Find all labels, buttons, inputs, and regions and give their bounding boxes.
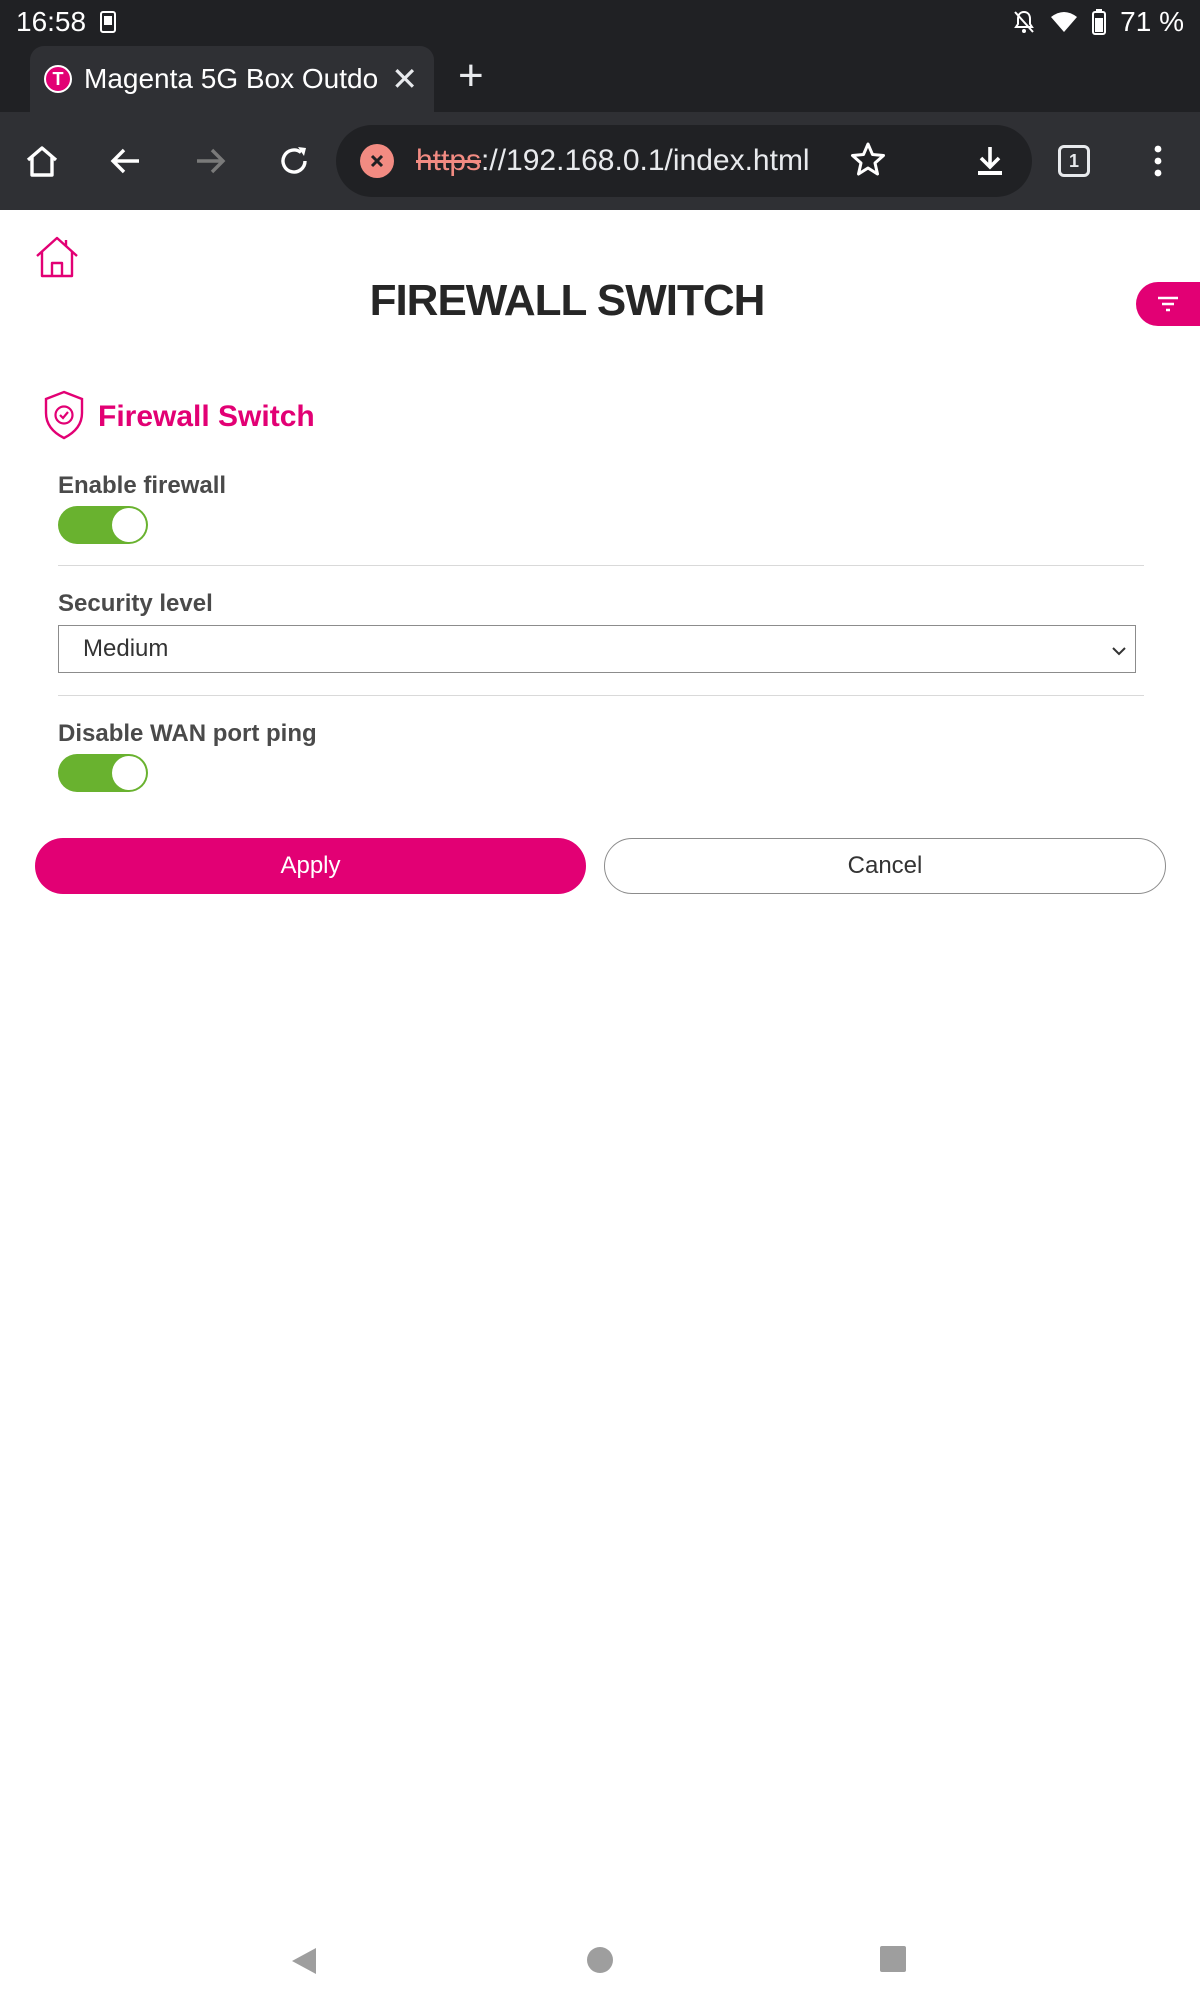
wifi-icon: [1050, 10, 1078, 34]
cancel-button[interactable]: Cancel: [604, 838, 1166, 894]
security-level-value: Medium: [83, 635, 169, 662]
address-bar[interactable]: https://192.168.0.1/index.html: [336, 125, 1032, 197]
chevron-down-icon: [1109, 640, 1129, 668]
tab-title: Magenta 5G Box Outdoor: [84, 63, 378, 94]
browser-toolbar: https://192.168.0.1/index.html 1: [0, 112, 1200, 210]
status-bar: 16:58 71 %: [0, 0, 1200, 44]
section-title: Firewall Switch: [98, 400, 315, 433]
shield-check-icon: [42, 389, 86, 446]
nav-back-icon[interactable]: [290, 1946, 318, 1981]
tab-strip: T Magenta 5G Box Outdoor ✕ +: [0, 44, 1200, 112]
enable-firewall-toggle[interactable]: [58, 506, 148, 544]
enable-firewall-label: Enable firewall: [58, 472, 227, 499]
url-text[interactable]: https://192.168.0.1/index.html: [416, 144, 856, 178]
section-header: Firewall Switch: [42, 390, 315, 444]
page-title: FIREWALL SWITCH: [369, 276, 766, 325]
new-tab-button[interactable]: +: [458, 54, 484, 98]
reload-icon[interactable]: [270, 137, 318, 185]
telekom-favicon-icon: T: [44, 65, 72, 93]
download-icon[interactable]: [966, 137, 1014, 185]
mute-icon: [1012, 9, 1036, 35]
battery-percent: 71 %: [1120, 6, 1184, 37]
home-link-icon[interactable]: [34, 234, 80, 280]
close-tab-icon[interactable]: ✕: [391, 60, 418, 98]
divider: [58, 695, 1144, 696]
toggle-knob: [112, 508, 146, 542]
overflow-menu-icon[interactable]: [1134, 137, 1182, 185]
tab-count: 1: [1058, 145, 1090, 177]
apply-button[interactable]: Apply: [35, 838, 586, 894]
back-arrow-icon[interactable]: [102, 137, 150, 185]
battery-icon: [1092, 9, 1107, 35]
sim-card-icon: [100, 11, 117, 33]
toggle-knob: [112, 756, 146, 790]
disable-wan-ping-label: Disable WAN port ping: [58, 720, 317, 747]
nav-home-icon[interactable]: [586, 1946, 614, 1979]
security-level-label: Security level: [58, 590, 213, 617]
forward-arrow-icon[interactable]: [186, 137, 234, 185]
filter-icon: [1158, 296, 1178, 312]
security-level-select[interactable]: Medium: [58, 625, 1136, 673]
disable-wan-ping-toggle[interactable]: [58, 754, 148, 792]
home-icon[interactable]: [18, 137, 66, 185]
bookmark-star-icon[interactable]: [848, 139, 888, 184]
status-time: 16:58: [16, 6, 87, 37]
tab-switcher-button[interactable]: 1: [1050, 137, 1098, 185]
divider: [58, 565, 1144, 566]
browser-tab[interactable]: T Magenta 5G Box Outdoor ✕: [30, 46, 434, 112]
filter-menu-button[interactable]: [1136, 282, 1200, 326]
not-secure-icon[interactable]: [360, 144, 394, 178]
nav-recents-icon[interactable]: [880, 1946, 906, 1977]
system-nav-bar: [0, 1920, 1200, 2000]
